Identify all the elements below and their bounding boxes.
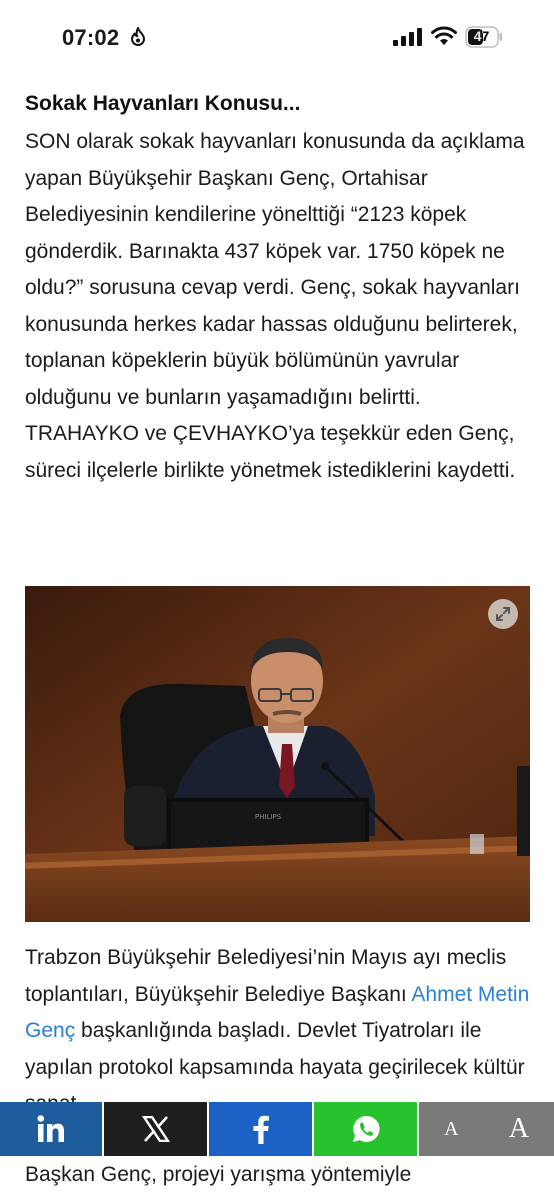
whatsapp-icon [352,1115,380,1142]
share-x-button[interactable] [104,1102,209,1156]
wifi-icon [431,26,457,45]
meeting-photo-image: PHILIPS [25,586,530,922]
increase-font-button[interactable]: A [509,1113,529,1145]
article-paragraph: SON olarak sokak hayvanları konusunda da… [25,130,525,482]
decrease-font-button[interactable]: A [444,1118,458,1141]
facebook-icon [253,1115,269,1144]
section-heading: Sokak Hayvanları Konusu... [25,92,301,115]
flame-icon [130,27,146,46]
battery-level: 47 [473,28,490,44]
expand-image-button[interactable] [488,599,518,629]
article-photo[interactable]: PHILIPS [25,586,530,922]
monitor-brand: PHILIPS [255,813,282,821]
status-bar: 07:02 47 [0,0,554,76]
article-paragraph-2: Trabzon Büyükşehir Belediyesi’nin Mayıs … [25,940,540,1123]
battery-icon: 47 [465,26,503,48]
share-facebook-button[interactable] [209,1102,314,1156]
status-time: 07:02 [62,25,120,50]
share-whatsapp-button[interactable] [314,1102,419,1156]
article-paragraph-3: Başkan Genç, projeyi yarışma yöntemiyle [25,1163,412,1186]
font-size-controls: A A [419,1102,554,1156]
article-body: Sokak Hayvanları Konusu... SON olarak so… [25,84,530,489]
linkedin-icon [37,1115,64,1142]
cellular-signal-icon [393,28,422,46]
share-bar: A A [0,1102,554,1156]
share-linkedin-button[interactable] [0,1102,104,1156]
expand-icon [496,607,510,621]
paragraph-text: başkanlığında başladı. Devlet Tiyatrolar… [25,1019,525,1115]
x-icon [141,1116,170,1142]
